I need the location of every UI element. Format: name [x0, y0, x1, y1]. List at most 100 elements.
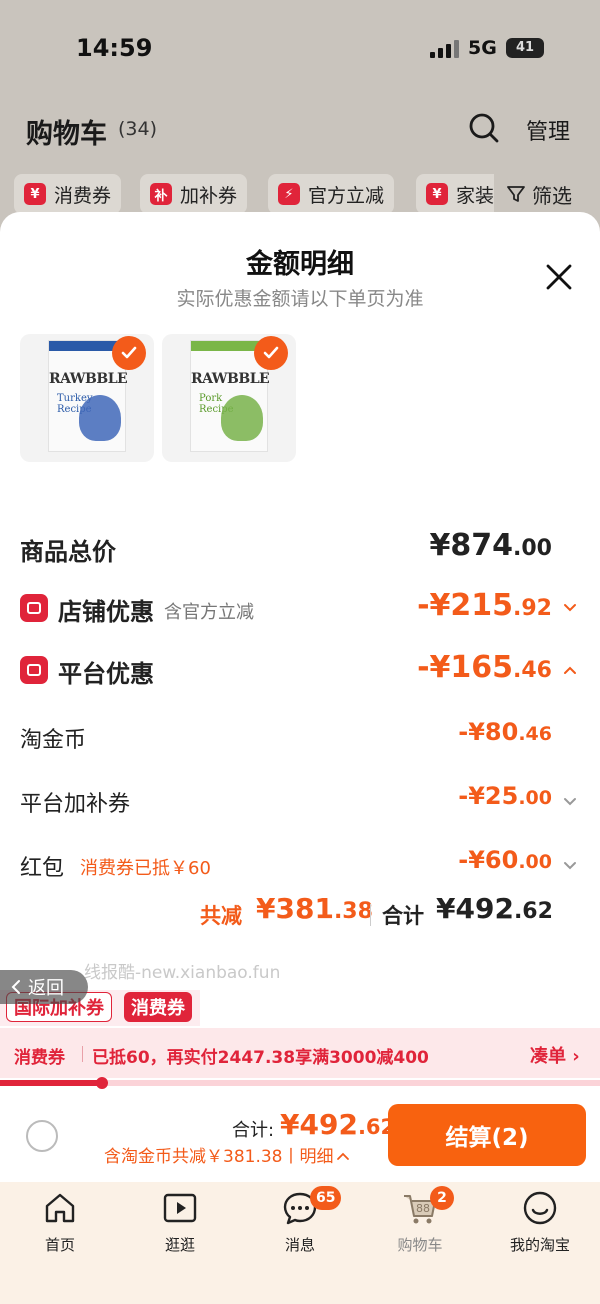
- signal-icon: [430, 40, 460, 58]
- network-type: 5G: [468, 37, 497, 59]
- lightning-icon: ⚡: [278, 183, 300, 205]
- search-icon[interactable]: [468, 112, 500, 144]
- platform-icon: [20, 656, 48, 684]
- promo-progress-bar: [0, 1077, 600, 1089]
- total-sum-amount: ¥492.62: [436, 892, 553, 925]
- tab-browse[interactable]: 逛逛: [120, 1182, 240, 1272]
- product-brand: RAWBBLE: [49, 371, 128, 387]
- store-discount-row[interactable]: 店铺优惠 含官方立减 -¥215.92: [0, 586, 600, 630]
- svg-text:88: 88: [416, 1202, 430, 1215]
- tab-cart[interactable]: 88 2 购物车: [360, 1182, 480, 1272]
- selected-check-icon[interactable]: [112, 336, 146, 370]
- cart-header: 购物车 (34) 管理: [0, 100, 600, 160]
- promo-bar[interactable]: 消费券 已抵60，再实付2447.38享满3000减400 凑单 ›: [0, 1028, 600, 1078]
- amount-detail-sheet: 金额明细 实际优惠金额请以下单页为准 RAWBBLE Turkey Recipe…: [0, 212, 600, 1102]
- tab-bar: 首页 逛逛 65 消息 88 2 购物车 我的淘宝: [0, 1182, 600, 1304]
- total-sum-label: 合计: [382, 904, 424, 928]
- red-packet-label: 红包: [20, 856, 65, 881]
- chip-official-discount[interactable]: ⚡ 官方立减: [268, 174, 395, 214]
- battery-icon: 41: [506, 38, 544, 58]
- platform-bonus-label: 平台加补券: [20, 792, 131, 817]
- checkout-total-amount: ¥492.62: [280, 1108, 396, 1141]
- sheet-title: 金额明细: [246, 249, 354, 280]
- chevron-down-icon[interactable]: [562, 600, 578, 616]
- goods-total-label: 商品总价: [20, 538, 116, 566]
- status-bar: 14:59 5G 41: [0, 0, 600, 96]
- cart-badge: 2: [430, 1186, 454, 1210]
- filter-chip-row: ¥ 消费券 补 加补券 ⚡ 官方立减 ¥ 家装 筛选: [0, 170, 600, 216]
- tab-home[interactable]: 首页: [0, 1182, 120, 1272]
- platform-discount-label: 平台优惠: [58, 660, 154, 688]
- chip-bonus-coupon[interactable]: 补 加补券: [140, 174, 248, 214]
- promo-label: 消费券: [14, 1048, 65, 1068]
- manage-button[interactable]: 管理: [526, 114, 570, 146]
- sheet-subtitle: 实际优惠金额请以下单页为准: [176, 288, 424, 310]
- tab-my-taobao[interactable]: 我的淘宝: [480, 1182, 600, 1272]
- platform-discount-amount: -¥165.46: [417, 650, 552, 685]
- checkout-total-label: 合计:: [232, 1120, 275, 1141]
- product-thumbnail[interactable]: RAWBBLE Pork Recipe: [162, 334, 296, 462]
- chip-label: 消费券: [54, 184, 112, 207]
- red-packet-amount: -¥60.00: [458, 846, 552, 874]
- selected-check-icon[interactable]: [254, 336, 288, 370]
- taojinbi-row: 淘金币 -¥80.46: [0, 716, 600, 760]
- chevron-down-icon[interactable]: [562, 794, 578, 810]
- divider: [370, 904, 371, 926]
- taojinbi-amount: -¥80.46: [458, 718, 552, 746]
- platform-bonus-row[interactable]: 平台加补券 -¥25.00: [0, 780, 600, 824]
- chip-label: 官方立减: [308, 184, 385, 207]
- chevron-up-icon[interactable]: [562, 662, 578, 678]
- close-icon[interactable]: [544, 262, 574, 292]
- progress-fill: [0, 1080, 102, 1086]
- filter-button[interactable]: 筛选: [494, 174, 600, 214]
- funnel-icon: [507, 186, 525, 202]
- coupon-icon: ¥: [426, 183, 448, 205]
- chip-home[interactable]: ¥ 家装: [416, 174, 505, 214]
- total-reduce-label: 共减: [200, 904, 242, 928]
- face-icon: [523, 1191, 557, 1225]
- platform-discount-row[interactable]: 平台优惠 -¥165.46: [0, 648, 600, 692]
- store-icon: [20, 594, 48, 622]
- store-discount-label: 店铺优惠: [58, 598, 154, 626]
- cart-count: (34): [118, 118, 158, 140]
- goods-total-amount: ¥874.00: [429, 528, 552, 563]
- taojinbi-label: 淘金币: [20, 728, 87, 753]
- add-items-link[interactable]: 凑单 ›: [530, 1042, 580, 1068]
- platform-bonus-amount: -¥25.00: [458, 782, 552, 810]
- tab-label: 我的淘宝: [509, 1236, 570, 1254]
- chevron-down-icon[interactable]: [562, 858, 578, 874]
- tab-label: 逛逛: [164, 1236, 195, 1254]
- chip-label: 加补券: [180, 184, 238, 207]
- coupon-icon: ¥: [24, 183, 46, 205]
- turkey-illustration: [79, 395, 121, 441]
- product-thumbnail[interactable]: RAWBBLE Turkey Recipe: [20, 334, 154, 462]
- back-label: 返回: [28, 978, 64, 999]
- tab-label: 消息: [284, 1236, 315, 1254]
- red-packet-row[interactable]: 红包 消费券已抵￥60 -¥60.00: [0, 844, 600, 888]
- select-all-radio[interactable]: [26, 1120, 58, 1152]
- divider: [82, 1046, 83, 1062]
- total-reduce-amount: ¥381.38: [256, 892, 373, 925]
- checkout-button[interactable]: 结算(2): [388, 1104, 586, 1166]
- sheet-summary: 共减 ¥381.38 合计 ¥492.62: [0, 892, 600, 936]
- tab-messages[interactable]: 65 消息: [240, 1182, 360, 1272]
- promo-text: 已抵60，再实付2447.38享满3000减400: [92, 1048, 429, 1068]
- status-time: 14:59: [76, 34, 153, 62]
- battery-level: 41: [515, 40, 535, 55]
- watermark: 线报酷-new.xianbao.fun: [84, 963, 281, 983]
- red-packet-note: 消费券已抵￥60: [80, 858, 211, 879]
- store-discount-note: 含官方立减: [164, 602, 254, 623]
- home-icon: [45, 1193, 75, 1223]
- goods-total-row: 商品总价 ¥874.00: [0, 526, 600, 570]
- bonus-icon: 补: [150, 183, 172, 205]
- chip-label: 家装: [456, 184, 495, 207]
- back-button[interactable]: 返回: [0, 970, 88, 1004]
- checkout-detail-link[interactable]: 含淘金币共减￥381.38丨明细: [104, 1142, 350, 1167]
- product-brand: RAWBBLE: [191, 371, 270, 387]
- store-discount-amount: -¥215.92: [417, 588, 552, 623]
- tag-consumer-coupon: 消费券: [124, 992, 192, 1022]
- chevron-up-icon: [337, 1152, 350, 1160]
- chip-consumer-coupon[interactable]: ¥ 消费券: [14, 174, 122, 214]
- chevron-left-icon: [11, 980, 20, 994]
- play-icon: [163, 1193, 197, 1223]
